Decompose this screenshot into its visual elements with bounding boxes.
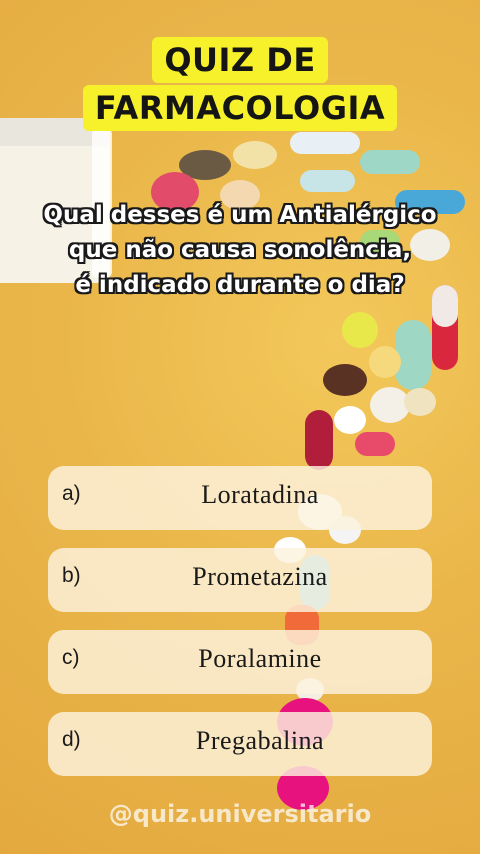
title-line-1: QUIZ DE xyxy=(152,37,328,83)
quiz-title: QUIZ DE FARMACOLOGIA xyxy=(67,37,413,132)
answer-option-b[interactable]: b) Prometazina xyxy=(48,548,432,612)
question-line-3: é indicado durante o dia? xyxy=(75,272,405,298)
option-label: Pregabalina xyxy=(195,726,325,755)
title-line-2: FARMACOLOGIA xyxy=(82,85,398,131)
option-letter: a) xyxy=(62,482,81,505)
option-label: Poralamine xyxy=(198,644,322,673)
question-text: Qual desses é um Antialérgico que não ca… xyxy=(20,198,460,303)
option-letter: c) xyxy=(62,646,80,669)
option-label: Loratadina xyxy=(201,480,319,509)
pills-question-curve xyxy=(305,285,458,470)
answer-option-d[interactable]: d) Pregabalina xyxy=(48,712,432,776)
option-letter: b) xyxy=(62,564,81,587)
question-line-2: que não causa sonolência, xyxy=(68,237,412,263)
account-handle-watermark: @quiz.universitario xyxy=(108,800,372,828)
option-label: Prometazina xyxy=(192,562,328,591)
answer-option-a[interactable]: a) Loratadina xyxy=(48,466,432,530)
answer-option-c[interactable]: c) Poralamine xyxy=(48,630,432,694)
question-line-1: Qual desses é um Antialérgico xyxy=(43,202,437,228)
option-letter: d) xyxy=(62,728,81,751)
